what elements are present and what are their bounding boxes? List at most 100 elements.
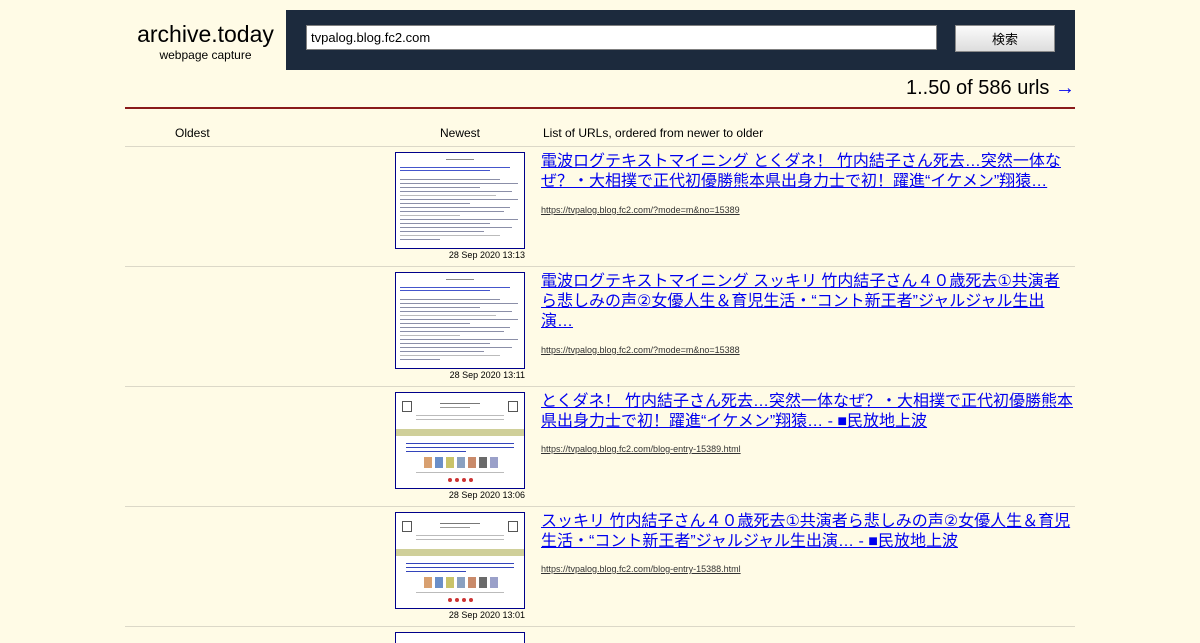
thumbnail-line xyxy=(400,170,490,171)
column-header-newest: Newest xyxy=(440,126,481,140)
capture-timestamp: 28 Sep 2020 13:13 xyxy=(448,250,525,260)
thumbnail-book-cover xyxy=(479,577,487,588)
thumbnail-line xyxy=(400,347,512,348)
thumbnail-dot xyxy=(462,598,466,602)
header: archive.today webpage capture 検索 xyxy=(125,10,1075,70)
thumbnail-line xyxy=(400,235,500,236)
thumbnail-line xyxy=(400,287,510,288)
thumbnail-line xyxy=(406,451,466,452)
entry-title-link[interactable]: スッキリ 竹内結子さん４０歳死去①共演者ら悲しみの声②女優人生＆育児生活・“コン… xyxy=(541,512,1075,552)
pagination: 1..50 of 586 urls → xyxy=(906,76,1075,100)
column-header-oldest: Oldest xyxy=(175,126,210,140)
thumbnail-nav-band xyxy=(396,549,524,556)
brand-subtitle: webpage capture xyxy=(159,48,252,62)
thumbnail-line xyxy=(400,299,500,300)
thumbnail-line xyxy=(400,290,490,291)
thumbnail-line xyxy=(406,443,514,444)
thumbnail-line xyxy=(406,567,514,568)
thumbnail-line xyxy=(400,183,518,184)
thumbnail-dot xyxy=(469,598,473,602)
next-page-arrow-icon[interactable]: → xyxy=(1055,77,1075,99)
thumbnail-line xyxy=(400,307,480,308)
thumbnail-line xyxy=(400,343,490,344)
pagination-range: 1..50 of 586 urls xyxy=(906,77,1050,99)
thumbnail-line xyxy=(416,419,504,420)
entry-title-link[interactable]: とくダネ！ 竹内結子さん死去…突然一体なぜ？・大相撲で正代初優勝熊本県出身力士で… xyxy=(541,392,1075,432)
capture-timestamp: 28 Sep 2020 13:06 xyxy=(448,490,525,500)
thumbnail-line xyxy=(400,319,518,320)
thumbnail-line xyxy=(400,191,512,192)
thumbnail-icon xyxy=(402,401,412,412)
thumbnail-line xyxy=(440,407,470,408)
brand-logo[interactable]: archive.today webpage capture xyxy=(125,10,286,70)
url-list: 28 Sep 2020 13:13 電波ログテキストマイニング とくダネ！ 竹内… xyxy=(125,146,1075,643)
entry-url-link[interactable]: https://tvpalog.blog.fc2.com/blog-entry-… xyxy=(541,564,741,575)
thumbnail-book-cover xyxy=(435,457,443,468)
thumbnail-line xyxy=(400,167,510,168)
thumbnail-book-cover xyxy=(457,457,465,468)
header-divider xyxy=(125,107,1075,109)
table-row: 28 Sep 2020 13:06 とくダネ！ 竹内結子さん死去…突然一体なぜ？… xyxy=(125,386,1075,506)
thumbnail-line xyxy=(400,187,480,188)
thumbnail-line xyxy=(400,211,504,212)
thumbnail-dot xyxy=(448,598,452,602)
thumbnail-book-cover xyxy=(457,577,465,588)
entry-title-link[interactable]: 電波ログテキストマイニング スッキリ 竹内結子さん４０歳死去①共演者ら悲しみの声… xyxy=(541,272,1075,332)
column-header-list: List of URLs, ordered from newer to olde… xyxy=(543,126,764,140)
thumbnail-line xyxy=(400,223,490,224)
thumbnail-book-cover xyxy=(446,577,454,588)
search-bar: 検索 xyxy=(286,10,1075,70)
table-row xyxy=(125,626,1075,643)
brand-title[interactable]: archive.today xyxy=(125,20,286,48)
entry-url-link[interactable]: https://tvpalog.blog.fc2.com/blog-entry-… xyxy=(541,444,741,455)
thumbnail-line xyxy=(440,527,470,528)
thumbnail-book-cover xyxy=(479,457,487,468)
thumbnail-book-cover xyxy=(446,457,454,468)
thumbnail-nav-band xyxy=(396,429,524,436)
table-row: 28 Sep 2020 13:13 電波ログテキストマイニング とくダネ！ 竹内… xyxy=(125,146,1075,266)
capture-thumbnail[interactable] xyxy=(395,152,525,249)
thumbnail-book-cover xyxy=(468,457,476,468)
thumbnail-line xyxy=(400,359,440,360)
capture-thumbnail[interactable] xyxy=(395,392,525,489)
thumbnail-line xyxy=(400,335,460,336)
thumbnail-line xyxy=(400,207,510,208)
thumbnail-line xyxy=(446,159,474,160)
capture-thumbnail[interactable] xyxy=(395,512,525,609)
thumbnail-dot xyxy=(455,478,459,482)
thumbnail-line xyxy=(400,315,496,316)
capture-thumbnail[interactable] xyxy=(395,272,525,369)
thumbnail-line xyxy=(400,303,518,304)
column-headers: Oldest Newest List of URLs, ordered from… xyxy=(125,126,1075,142)
thumbnail-line xyxy=(400,219,518,220)
thumbnail-book-cover xyxy=(424,577,432,588)
thumbnail-line xyxy=(400,323,470,324)
thumbnail-dot xyxy=(455,598,459,602)
entry-url-link[interactable]: https://tvpalog.blog.fc2.com/?mode=m&no=… xyxy=(541,345,740,356)
thumbnail-book-cover xyxy=(435,577,443,588)
thumbnail-line xyxy=(406,447,514,448)
capture-timestamp: 28 Sep 2020 13:01 xyxy=(448,610,525,620)
thumbnail-line xyxy=(400,239,440,240)
entry-title-link[interactable]: 電波ログテキストマイニング とくダネ！ 竹内結子さん死去…突然一体なぜ？・大相撲… xyxy=(541,152,1075,192)
thumbnail-line xyxy=(400,179,500,180)
thumbnail-line xyxy=(400,327,510,328)
thumbnail-line xyxy=(400,215,460,216)
thumbnail-line xyxy=(440,403,480,404)
thumbnail-line xyxy=(406,563,514,564)
thumbnail-line xyxy=(446,279,474,280)
thumbnail-line xyxy=(406,571,466,572)
thumbnail-line xyxy=(416,535,504,536)
search-input[interactable] xyxy=(306,25,937,50)
thumbnail-line xyxy=(416,592,504,593)
entry-url-link[interactable]: https://tvpalog.blog.fc2.com/?mode=m&no=… xyxy=(541,205,740,216)
thumbnail-dot xyxy=(448,478,452,482)
thumbnail-line xyxy=(400,203,470,204)
thumbnail-dot xyxy=(462,478,466,482)
thumbnail-line xyxy=(400,199,518,200)
thumbnail-line xyxy=(400,355,500,356)
thumbnail-book-cover xyxy=(490,457,498,468)
capture-thumbnail[interactable] xyxy=(395,632,525,643)
search-button[interactable]: 検索 xyxy=(955,25,1055,52)
thumbnail-line xyxy=(400,227,512,228)
